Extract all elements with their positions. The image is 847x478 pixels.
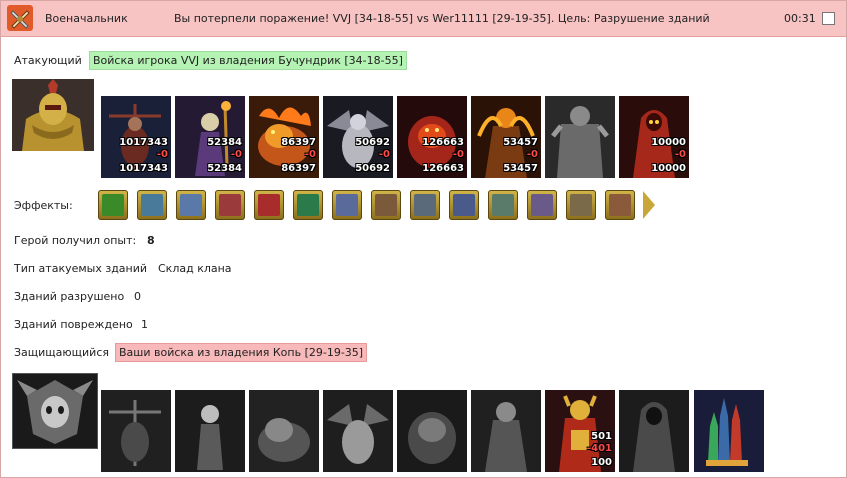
unit-loss: -0 [378, 149, 390, 160]
destroyed-label: Зданий разрушено [14, 290, 125, 303]
attacker-unit[interactable] [545, 96, 615, 178]
attacker-unit[interactable]: 53457 -0 53457 [471, 96, 541, 178]
experience-value: 8 [147, 234, 155, 247]
attacker-unit[interactable]: 1017343 -0 1017343 [101, 96, 171, 178]
close-checkbox[interactable] [822, 12, 835, 25]
defender-unit[interactable] [619, 390, 689, 472]
sword-effect-icon[interactable] [98, 190, 128, 220]
unit-loss: -401 [586, 443, 612, 454]
unit-count: 126663 [422, 137, 464, 148]
unit-remaining: 52384 [207, 163, 242, 174]
title-bar: Военачальник Вы потерпели поражение! VVJ… [1, 1, 846, 37]
crossed-swords-effect-icon[interactable] [137, 190, 167, 220]
building-type-value: Склад клана [158, 262, 232, 275]
chest-effect-icon[interactable] [215, 190, 245, 220]
grey-warrior-icon [471, 390, 541, 472]
defender-unit[interactable] [397, 390, 467, 472]
defender-source-tag: Ваши войска из владения Копь [29-19-35] [115, 343, 368, 362]
effects-label: Эффекты: [14, 199, 73, 212]
defender-unit[interactable] [323, 390, 393, 472]
ring-effect-icon[interactable] [527, 190, 557, 220]
pentagram-effect-icon[interactable] [449, 190, 479, 220]
unit-loss: -0 [156, 149, 168, 160]
dice-effect-icon[interactable] [254, 190, 284, 220]
attacker-unit[interactable]: 10000 -0 10000 [619, 96, 689, 178]
stone-golem-icon [545, 96, 615, 178]
claws-effect-icon[interactable] [566, 190, 596, 220]
attacker-unit[interactable]: 126663 -0 126663 [397, 96, 467, 178]
crossed-swords-icon [7, 5, 33, 31]
unit-loss: -0 [674, 149, 686, 160]
experience-label: Герой получил опыт: [14, 234, 137, 247]
unit-count: 53457 [503, 137, 538, 148]
armor-effect-icon[interactable] [488, 190, 518, 220]
damaged-label: Зданий повреждено [14, 318, 133, 331]
tower-effect-icon[interactable] [410, 190, 440, 220]
unit-count: 86397 [281, 137, 316, 148]
timer: 00:31 [784, 12, 816, 25]
unit-loss: -0 [452, 149, 464, 160]
unit-loss: -0 [304, 149, 316, 160]
title-role: Военачальник [45, 12, 128, 25]
battle-report-window: Военачальник Вы потерпели поражение! VVJ… [0, 0, 847, 478]
destroyed-value: 0 [134, 290, 141, 303]
damaged-value: 1 [141, 318, 148, 331]
unit-remaining: 126663 [422, 163, 464, 174]
coins-effect-icon[interactable] [371, 190, 401, 220]
unit-count: 1017343 [119, 137, 168, 148]
round-shield-effect-icon[interactable] [605, 190, 635, 220]
defender-unit[interactable] [101, 390, 171, 472]
defender-label: Защищающийся [14, 346, 109, 359]
building-type-label: Тип атакуемых зданий [14, 262, 148, 275]
defender-unit[interactable] [175, 390, 245, 472]
unit-remaining: 1017343 [119, 163, 168, 174]
shield-effect-icon[interactable] [293, 190, 323, 220]
grey-reaper-icon [619, 390, 689, 472]
attacker-unit[interactable]: 86397 -0 86397 [249, 96, 319, 178]
scroll-right-arrow[interactable] [643, 191, 655, 219]
defender-unit[interactable] [471, 390, 541, 472]
grey-skeleton-icon [175, 390, 245, 472]
grey-beast-icon [249, 390, 319, 472]
golden-armored-hero-icon [12, 79, 94, 151]
spire-tower-icon [694, 390, 764, 472]
unit-remaining: 10000 [651, 163, 686, 174]
grey-crossbow-warrior-icon [101, 390, 171, 472]
unit-remaining: 100 [591, 457, 612, 468]
defender-hero-avatar[interactable] [12, 373, 98, 449]
attacker-source-tag: Войска игрока VVJ из владения Бучундрик … [89, 51, 407, 70]
scroll-effect-icon[interactable] [332, 190, 362, 220]
defender-unit[interactable] [249, 390, 319, 472]
defender-unit[interactable] [694, 390, 764, 472]
unit-loss: -0 [230, 149, 242, 160]
unit-count: 501 [591, 431, 612, 442]
grey-golem-icon [397, 390, 467, 472]
defender-unit[interactable]: 501 -401 100 [545, 390, 615, 472]
unit-remaining: 50692 [355, 163, 390, 174]
unit-remaining: 53457 [503, 163, 538, 174]
attacker-label: Атакующий [14, 54, 82, 67]
unit-remaining: 86397 [281, 163, 316, 174]
attacker-unit[interactable]: 50692 -0 50692 [323, 96, 393, 178]
unit-count: 10000 [651, 137, 686, 148]
hand-effect-icon[interactable] [176, 190, 206, 220]
grey-bone-dragon-icon [323, 390, 393, 472]
attacker-unit[interactable]: 52384 -0 52384 [175, 96, 245, 178]
unit-count: 50692 [355, 137, 390, 148]
demon-skull-emblem-icon [13, 374, 97, 448]
battle-result-message: Вы потерпели поражение! VVJ [34-18-55] v… [174, 12, 710, 25]
attacker-hero-avatar[interactable] [12, 79, 94, 151]
unit-count: 52384 [207, 137, 242, 148]
unit-loss: -0 [526, 149, 538, 160]
